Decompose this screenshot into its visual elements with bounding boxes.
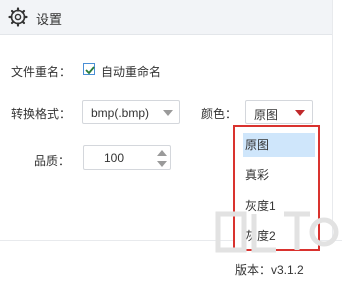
quality-label: 品质：: [34, 154, 71, 168]
watermark-logo: [212, 208, 340, 258]
format-label: 转换格式：: [11, 107, 72, 121]
auto-rename-label[interactable]: 自动重命名: [101, 63, 161, 80]
chevron-down-icon: [295, 110, 305, 116]
quality-value: 100: [104, 151, 125, 165]
dropdown-option-truecolor[interactable]: 真彩: [243, 163, 315, 187]
panel-edge: [332, 0, 333, 240]
dropdown-option-original[interactable]: 原图: [243, 133, 315, 157]
auto-rename-checkbox[interactable]: [83, 63, 95, 75]
color-select-value: 原图: [254, 108, 279, 122]
color-label: 颜色：: [201, 107, 238, 121]
format-select-value: bmp(.bmp): [91, 106, 150, 120]
stepper-down-icon[interactable]: [156, 158, 168, 168]
rename-label: 文件重名：: [11, 65, 72, 79]
format-select[interactable]: bmp(.bmp): [82, 100, 180, 124]
chevron-down-icon: [163, 110, 173, 116]
stepper-up-icon[interactable]: [156, 147, 168, 157]
color-select[interactable]: 原图: [245, 100, 313, 124]
settings-header: 设置: [0, 0, 332, 35]
page-title: 设置: [36, 12, 63, 27]
checkmark-icon: [85, 66, 95, 75]
gear-icon: [8, 7, 28, 27]
version-label: 版本：v3.1.2: [235, 263, 304, 277]
quality-stepper[interactable]: 100: [83, 145, 171, 170]
